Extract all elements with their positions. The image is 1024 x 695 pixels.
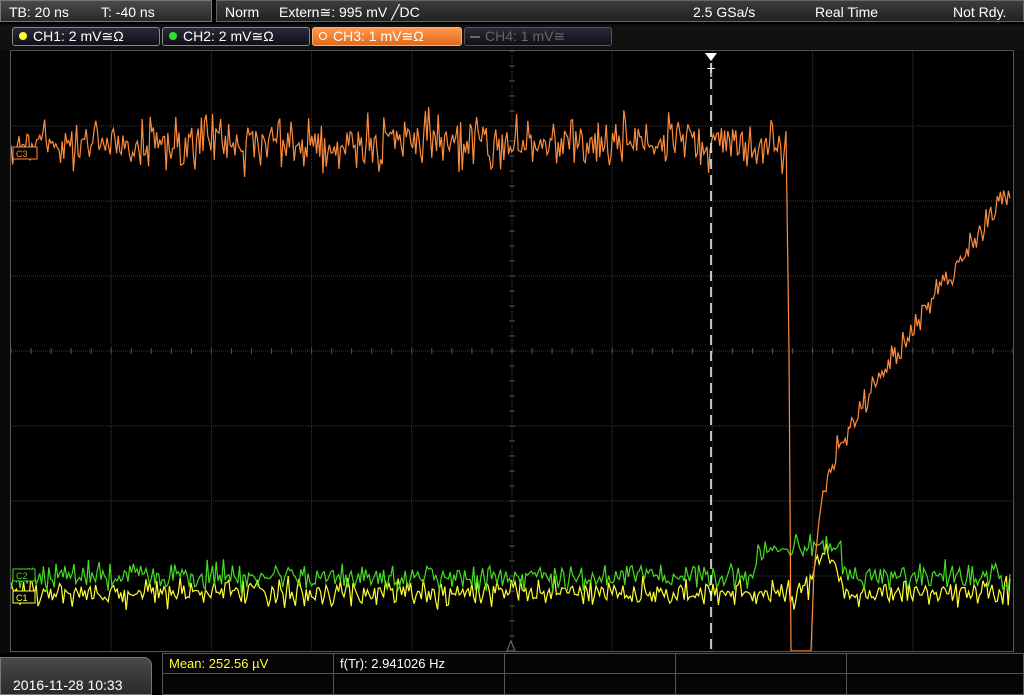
acquisition-status-strip[interactable]: Norm Extern≅: 995 mV ╱DC 2.5 GSa/s Real …: [216, 0, 1024, 22]
channel-4-tab[interactable]: CH4: 1 mV≅: [464, 27, 612, 46]
measurement-panel[interactable]: Mean: 252.56 µV f(Tr): 2.941026 Hz: [162, 653, 1024, 695]
ch3-trace: [11, 106, 1011, 651]
channel-4-label: CH4: 1 mV≅: [485, 28, 566, 44]
channel-2-label: CH2: 2 mV≅Ω: [183, 28, 274, 44]
frequency-measurement-cell[interactable]: f(Tr): 2.941026 Hz: [333, 653, 505, 674]
trigger-offset-marker-icon[interactable]: [506, 639, 516, 651]
ch2-indicator-icon: [169, 32, 177, 40]
measurement-slot-6[interactable]: [162, 673, 334, 695]
ch3-ref-marker[interactable]: C3: [12, 146, 38, 160]
frequency-measurement: f(Tr): 2.941026 Hz: [340, 656, 446, 671]
ch1-ref-label: C1: [16, 593, 28, 603]
ch2-ref-label: C2: [16, 571, 28, 581]
mean-measurement-cell[interactable]: Mean: 252.56 µV: [162, 653, 334, 674]
channel-bar: CH1: 2 mV≅Ω CH2: 2 mV≅Ω CH3: 1 mV≅Ω CH4:…: [0, 25, 1024, 49]
trigger-source-label: Extern≅: 995 mV ╱DC: [279, 4, 420, 20]
ch3-ref-label: C3: [16, 149, 28, 159]
ch1-trace: [11, 543, 1011, 610]
graticule-grid: [11, 51, 1013, 651]
bottom-bar: 2016-11-28 10:33 Mean: 252.56 µV f(Tr): …: [0, 653, 1024, 695]
timebase-label: TB: 20 ns: [9, 4, 69, 20]
measurement-slot-5[interactable]: [846, 653, 1024, 674]
channel-3-label: CH3: 1 mV≅Ω: [333, 28, 424, 44]
ch1-indicator-icon: [19, 32, 27, 40]
trigger-position-label: T: -40 ns: [101, 4, 155, 20]
trigger-position-marker-icon[interactable]: [705, 53, 717, 61]
ch3-indicator-icon: [319, 32, 327, 40]
measurement-slot-3[interactable]: [504, 653, 676, 674]
ch2-ref-marker[interactable]: C2: [12, 568, 36, 582]
run-status-label: Not Rdy.: [953, 4, 1007, 20]
timebase-box[interactable]: TB: 20 ns T: -40 ns: [0, 0, 212, 22]
ch4-indicator-icon: [470, 36, 480, 38]
measurement-slot-8[interactable]: [504, 673, 676, 695]
mean-measurement: Mean: 252.56 µV: [169, 656, 269, 671]
channel-2-tab[interactable]: CH2: 2 mV≅Ω: [162, 27, 310, 46]
trigger-label: T: [707, 65, 715, 80]
waveform-display[interactable]: T C3 C2 C1: [10, 50, 1014, 652]
channel-3-tab[interactable]: CH3: 1 mV≅Ω: [312, 27, 462, 46]
channel-1-tab[interactable]: CH1: 2 mV≅Ω: [12, 27, 160, 46]
measurement-slot-9[interactable]: [675, 673, 847, 695]
channel-1-label: CH1: 2 mV≅Ω: [33, 28, 124, 44]
acquisition-mode-label: Real Time: [815, 4, 879, 20]
waveform-svg: T C3 C2 C1: [11, 51, 1013, 651]
measurement-slot-7[interactable]: [333, 673, 505, 695]
measurement-slot-10[interactable]: [846, 673, 1024, 695]
trigger-mode-label: Norm: [225, 4, 260, 20]
measurement-slot-4[interactable]: [675, 653, 847, 674]
ch1-ref-marker[interactable]: C1: [12, 590, 36, 604]
sample-rate-label: 2.5 GSa/s: [693, 4, 756, 20]
date-time-box: 2016-11-28 10:33: [0, 657, 152, 695]
top-status-bar: TB: 20 ns T: -40 ns Norm Extern≅: 995 mV…: [0, 0, 1024, 24]
date-time-label: 2016-11-28 10:33: [13, 677, 123, 693]
